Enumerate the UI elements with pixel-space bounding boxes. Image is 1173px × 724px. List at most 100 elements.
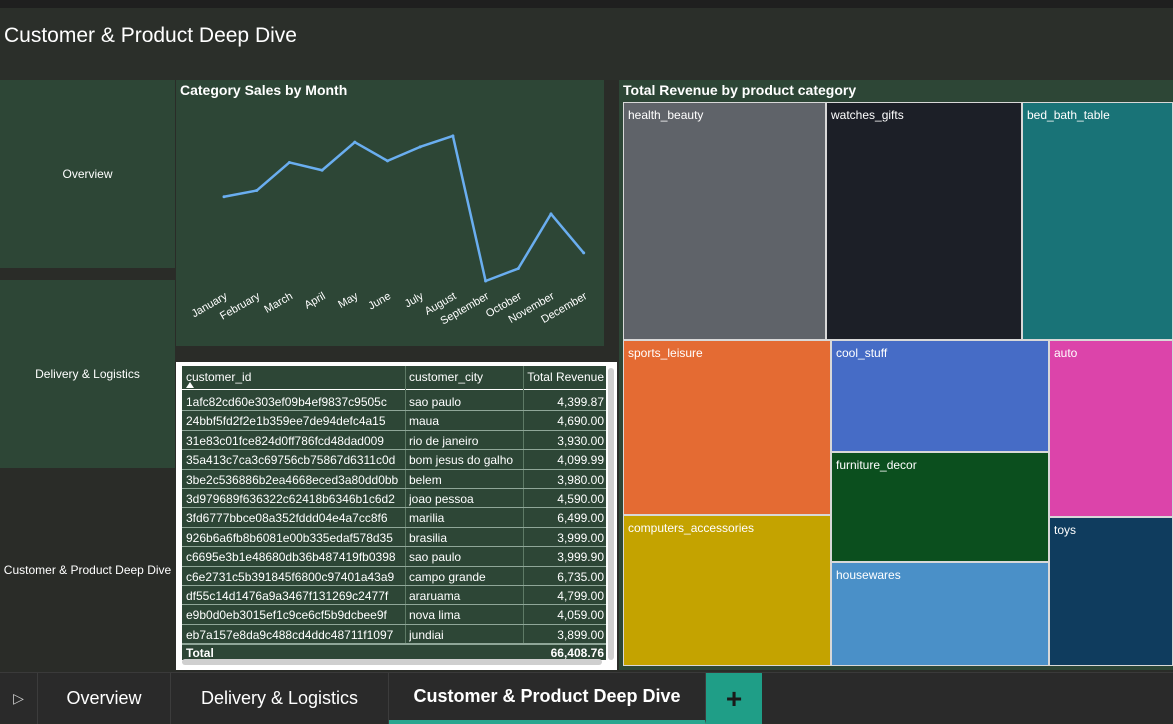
data-point[interactable] xyxy=(386,159,389,163)
data-point[interactable] xyxy=(222,195,226,199)
table-row[interactable]: 1afc82cd60e303ef09b4ef9837c9505c sao paul… xyxy=(182,392,606,412)
cell-total-revenue: 3,999.00 xyxy=(557,530,604,545)
cell-total-revenue: 4,059.00 xyxy=(557,608,604,623)
cell-customer-city: sao paulo xyxy=(409,395,462,409)
cell-customer-id: 3fd6777bbce08a352fddd04e4a7cc8f6 xyxy=(186,511,388,526)
table-row[interactable]: c6e2731c5b391845f6800c97401a43a9 campo gr… xyxy=(182,567,606,586)
data-point[interactable] xyxy=(418,145,422,149)
treemap-tile-cool-stuff[interactable]: cool_stuff xyxy=(831,340,1049,452)
table-row[interactable]: eb7a157e8da9c488cd4ddc48711f1097 jundiai 3… xyxy=(182,625,606,645)
treemap-tile-housewares[interactable]: housewares xyxy=(831,562,1049,666)
cell-customer-id: df55c14d1476a9a3467f131269c2477f xyxy=(186,588,389,603)
treemap-tile-health-beauty[interactable]: health_beauty xyxy=(623,102,826,340)
nav-button-customer-product[interactable]: Customer & Product Deep Dive xyxy=(0,470,175,670)
treemap-tile-sports-leisure[interactable]: sports_leisure xyxy=(623,340,831,515)
treemap-title: Total Revenue by product category xyxy=(623,82,857,98)
table-row[interactable]: 31e83c01fce824d0ff786fcd48dad009 rio de j… xyxy=(182,431,606,451)
nav-button-delivery-logistics[interactable]: Delivery & Logistics xyxy=(0,280,175,468)
data-point[interactable] xyxy=(451,134,455,138)
left-navigation: Overview Delivery & Logistics Customer &… xyxy=(0,80,175,670)
header-total-revenue[interactable]: Total Revenue xyxy=(524,370,604,384)
treemap-tile-toys[interactable]: toys xyxy=(1049,517,1173,666)
cell-customer-city: sao paulo xyxy=(409,550,462,565)
cell-customer-id: 3be2c536886b2ea4668eced3a80dd0bb xyxy=(186,472,399,487)
data-point[interactable] xyxy=(516,267,520,271)
header-customer-city[interactable]: customer_city xyxy=(409,370,524,384)
table-row[interactable]: 24bbf5fd2f2e1b359ee7de94defc4a15 maua 4,69… xyxy=(182,411,606,431)
data-point[interactable] xyxy=(549,212,553,216)
treemap-tile-furniture-decor[interactable]: furniture_decor xyxy=(831,452,1049,562)
treemap-tile-bed-bath-table[interactable]: bed_bath_table xyxy=(1022,102,1173,340)
top-strip xyxy=(0,0,1173,8)
cell-customer-id: 31e83c01fce824d0ff786fcd48dad009 xyxy=(186,433,384,448)
cell-customer-id: 1afc82cd60e303ef09b4ef9837c9505c xyxy=(186,395,387,409)
cell-total-revenue: 3,999.90 xyxy=(557,550,604,565)
table-body-container: customer_id customer_city Total Revenue … xyxy=(182,366,606,660)
cell-customer-city: maua xyxy=(409,414,440,429)
x-tick-label: May xyxy=(336,290,360,311)
page-tabs-bar: ▷ Overview Delivery & Logistics Customer… xyxy=(0,672,1173,724)
x-tick-label: June xyxy=(366,290,393,312)
x-tick-label: April xyxy=(303,290,328,311)
treemap-tile-auto[interactable]: auto xyxy=(1049,340,1173,517)
page-title: Customer & Product Deep Dive xyxy=(4,24,297,47)
table-vertical-scrollbar[interactable] xyxy=(608,368,614,660)
cell-total-revenue: 4,099.99 xyxy=(557,453,604,468)
table-row[interactable]: 3d979689f636322c62418b6346b1c6d2 joao pes… xyxy=(182,489,606,509)
data-point[interactable] xyxy=(484,279,488,283)
tabs-scroll-arrow-icon[interactable]: ▷ xyxy=(0,673,38,724)
table-row[interactable]: 35a413c7ca3c69756cb75867d6311c0d bom jesu… xyxy=(182,450,606,470)
cell-customer-id: 35a413c7ca3c69756cb75867d6311c0d xyxy=(186,453,396,468)
cell-total-revenue: 4,690.00 xyxy=(557,414,604,429)
sort-ascending-icon[interactable] xyxy=(186,382,194,388)
table-row[interactable]: 3be2c536886b2ea4668eced3a80dd0bb belem 3,9… xyxy=(182,470,606,489)
cell-customer-id: c6695e3b1e48680db36b487419fb0398 xyxy=(186,550,396,565)
header-customer-id[interactable]: customer_id xyxy=(186,370,406,384)
cell-total-revenue: 3,930.00 xyxy=(557,433,604,448)
cell-customer-id: e9b0d0eb3015ef1c9ce6cf5b9dcbee9f xyxy=(186,608,387,623)
cell-customer-city: jundiai xyxy=(409,627,444,642)
table-row[interactable]: 3fd6777bbce08a352fddd04e4a7cc8f6 marilia 6… xyxy=(182,508,606,528)
table-row[interactable]: c6695e3b1e48680db36b487419fb0398 sao paul… xyxy=(182,547,606,567)
customer-revenue-table[interactable]: customer_id customer_city Total Revenue … xyxy=(176,362,617,670)
table-row[interactable]: df55c14d1476a9a3467f131269c2477f araruama… xyxy=(182,586,606,606)
treemap-tile-watches-gifts[interactable]: watches_gifts xyxy=(826,102,1022,340)
tab-delivery-logistics[interactable]: Delivery & Logistics xyxy=(171,673,389,724)
table-total-row: Total 66,408.76 xyxy=(182,644,606,660)
treemap-tile-computers-accessories[interactable]: computers_accessories xyxy=(623,515,831,666)
table-row[interactable]: 926b6a6fb8b6081e00b335edaf578d35 brasilia… xyxy=(182,528,606,548)
table-row[interactable]: e9b0d0eb3015ef1c9ce6cf5b9dcbee9f nova lim… xyxy=(182,605,606,625)
table-rows: 1afc82cd60e303ef09b4ef9837c9505c sao paul… xyxy=(182,392,606,645)
data-point[interactable] xyxy=(287,160,291,164)
cell-total-revenue: 6,499.00 xyxy=(557,511,604,526)
revenue-treemap[interactable]: Total Revenue by product category health… xyxy=(619,80,1173,670)
tab-customer-product[interactable]: Customer & Product Deep Dive xyxy=(389,673,706,724)
cell-total-revenue: 3,899.00 xyxy=(557,627,604,642)
cell-customer-city: bom jesus do galho xyxy=(409,453,514,468)
cell-customer-id: 3d979689f636322c62418b6346b1c6d2 xyxy=(186,491,395,506)
category-sales-line-chart[interactable]: Category Sales by Month January February M… xyxy=(176,80,604,346)
cell-total-revenue: 4,799.00 xyxy=(557,588,604,603)
report-header: Customer & Product Deep Dive xyxy=(0,8,1173,80)
data-point[interactable] xyxy=(255,189,259,193)
cell-customer-city: belem xyxy=(409,472,442,487)
line-chart-svg: JanuaryFebruary March April May June JulyAugu… xyxy=(190,134,589,328)
cell-customer-city: marilia xyxy=(409,511,445,526)
data-point[interactable] xyxy=(353,140,357,144)
total-label: Total xyxy=(186,646,214,660)
cell-customer-id: eb7a157e8da9c488cd4ddc48711f1097 xyxy=(186,627,394,642)
table-horizontal-scrollbar[interactable] xyxy=(182,659,602,665)
cell-customer-city: nova lima xyxy=(409,608,461,623)
cell-customer-city: campo grande xyxy=(409,569,486,584)
cell-customer-city: brasilia xyxy=(409,530,448,545)
nav-button-overview[interactable]: Overview xyxy=(0,80,175,268)
data-point[interactable] xyxy=(320,168,324,172)
cell-customer-id: 926b6a6fb8b6081e00b335edaf578d35 xyxy=(186,530,393,545)
cell-total-revenue: 6,735.00 xyxy=(557,569,604,584)
add-page-button[interactable]: + xyxy=(706,673,762,724)
cell-customer-city: rio de janeiro xyxy=(409,433,479,448)
tab-overview[interactable]: Overview xyxy=(38,673,171,724)
table-header: customer_id customer_city Total Revenue xyxy=(182,366,606,390)
data-point[interactable] xyxy=(582,251,586,255)
series-line[interactable] xyxy=(223,134,585,283)
